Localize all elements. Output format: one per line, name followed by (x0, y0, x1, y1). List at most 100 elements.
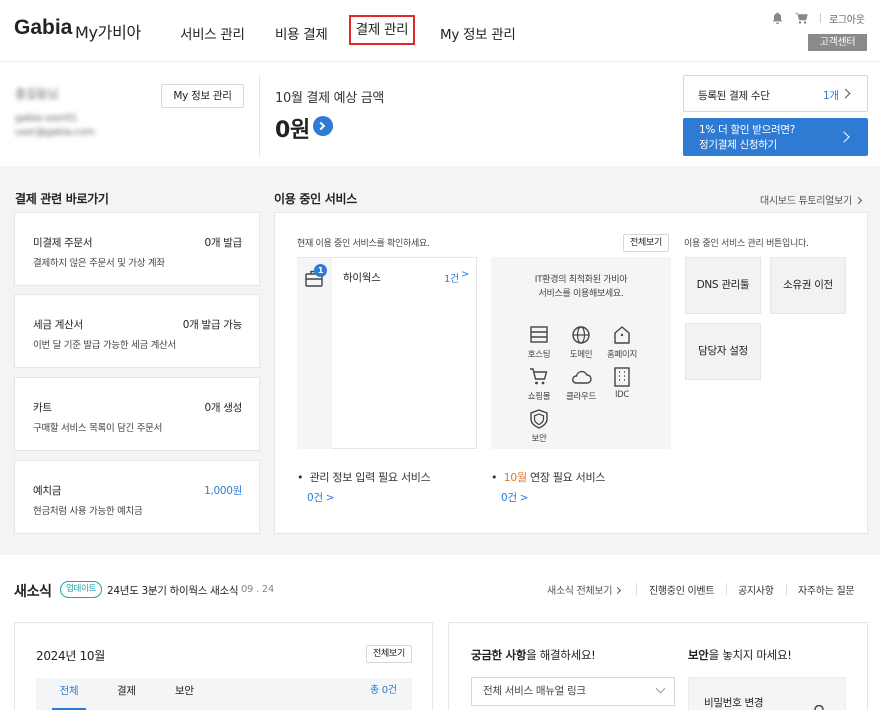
user-name: 홍길동님 (15, 87, 58, 101)
service-promo-item[interactable]: 도메인 (561, 324, 601, 364)
update-badge: 업데이트 (60, 581, 103, 598)
shortcut-description: 결제하지 않은 주문서 및 가상 계좌 (33, 258, 165, 269)
payment-methods-card[interactable]: 등록된 결제 수단 1개 (683, 75, 868, 112)
chevron-right-icon (840, 88, 851, 99)
promo-line2: 정기결제 신청하기 (699, 139, 777, 151)
management-description: 이용 중인 서비스 관리 버튼입니다. (684, 239, 809, 249)
service-promo-item[interactable]: 보안 (519, 408, 559, 448)
service-promo-item[interactable]: IDC (602, 366, 642, 406)
shield-icon (530, 409, 548, 429)
tab-payment[interactable]: 결제 (117, 678, 136, 704)
news-all-link[interactable]: 새소식 전체보기 (547, 582, 622, 597)
news-date: 09 . 24 (241, 584, 274, 595)
password-change-label: 비밀번호 변경 (704, 697, 764, 709)
logout-link[interactable]: 로그아웃 (829, 11, 865, 26)
cloud-icon (572, 370, 592, 384)
calendar-tabs: 전체 결제 보안 총 0건 (36, 678, 412, 710)
divider (786, 583, 787, 595)
nav-cost-payment[interactable]: 비용 결제 (275, 23, 328, 43)
news-headline[interactable]: 24년도 3분기 하이웍스 새소식 (107, 583, 239, 598)
view-all-button[interactable]: 전체보기 (623, 234, 669, 252)
dashboard-body: 결제 관련 바로가기 미결제 주문서 0개 발급결제하지 않은 주문서 및 가상 … (0, 166, 880, 555)
arrow-right-circle-icon[interactable] (313, 116, 333, 136)
shortcut-description: 구매할 서비스 목록이 담긴 주문서 (33, 423, 163, 434)
promo-text-line1: IT환경의 최적화된 가비아 (534, 275, 628, 285)
brand-title[interactable]: My가비아 (75, 19, 141, 43)
service-promo-label: 호스팅 (527, 350, 551, 360)
service-promo-label: 보안 (531, 434, 547, 444)
shortcut-card[interactable]: 예치금 1,000원 현금처럼 사용 가능한 예치금 (14, 460, 260, 534)
renewal-count-link[interactable]: 0건 > (501, 490, 529, 505)
shortcut-card[interactable]: 카트 0개 생성 구매할 서비스 목록이 담긴 주문서 (14, 377, 260, 451)
services-description: 현재 이용 중인 서비스를 확인하세요. (297, 239, 430, 249)
news-title: 새소식 (14, 584, 52, 600)
shortcut-title: 미결제 주문서 (33, 237, 93, 249)
shortcut-title: 세금 계산서 (33, 319, 83, 331)
customer-center-button[interactable]: 고객센터 (808, 34, 867, 51)
faq-link[interactable]: 자주하는 질문 (798, 582, 855, 597)
tab-all[interactable]: 전체 (52, 678, 86, 710)
nav-service-management[interactable]: 서비스 관리 (180, 23, 245, 43)
server-icon (614, 367, 630, 387)
service-promo-panel: IT환경의 최적화된 가비아 서비스를 이용해보세요. 호스팅 도메인 홈페이지 쇼핑… (491, 257, 671, 449)
service-promo-item[interactable]: 홈페이지 (602, 324, 642, 364)
profile-section: 홍길동님 gabia-user01 user@gabia.com My 정보 관… (0, 63, 880, 166)
shortcut-card[interactable]: 세금 계산서 0개 발급 가능 이번 달 기준 발급 가능한 세금 계산서 (14, 294, 260, 368)
payment-estimate-title: 10월 결제 예상 금액 (275, 91, 385, 106)
renewal-label: • 10월 연장 필요 서비스 (491, 471, 606, 484)
shortcut-title: 예치금 (33, 485, 62, 497)
divider (820, 13, 821, 23)
nav-my-info[interactable]: My 정보 관리 (440, 23, 516, 43)
service-name[interactable]: 하이웍스 (343, 270, 381, 285)
shortcut-card[interactable]: 미결제 주문서 0개 발급결제하지 않은 주문서 및 가상 계좌 (14, 212, 260, 286)
user-id: gabia-user01 (15, 113, 78, 124)
service-count-link[interactable]: 1건 (444, 270, 459, 285)
services-title: 이용 중인 서비스 (274, 192, 357, 206)
events-link[interactable]: 진행중인 이벤트 (649, 582, 714, 597)
needs-info-count-link[interactable]: 0건 > (307, 490, 335, 505)
calendar-view-all-button[interactable]: 전체보기 (366, 645, 412, 663)
lock-icon (814, 705, 824, 710)
needs-info-label: • 관리 정보 입력 필요 서비스 (297, 471, 431, 484)
divider (726, 583, 727, 595)
service-promo-label: 쇼핑몰 (527, 392, 551, 402)
service-promo-label: 클라우드 (565, 392, 597, 402)
service-promo-item[interactable]: 호스팅 (519, 324, 559, 364)
active-service-panel: 1 하이웍스 1건 > (297, 257, 477, 449)
password-change-card[interactable]: 비밀번호 변경 (688, 677, 846, 710)
divider (636, 583, 637, 595)
service-promo-item[interactable]: 클라우드 (561, 366, 601, 406)
help-title: 궁금한 사항을 해결하세요! (471, 648, 596, 662)
calendar-month: 2024년 10월 (36, 649, 106, 663)
ownership-transfer-button[interactable]: 소유권 이전 (770, 257, 846, 314)
tutorial-link[interactable]: 대시보드 튜토리얼보기 (760, 192, 862, 207)
contact-settings-button[interactable]: 담당자 설정 (685, 323, 761, 380)
shortcuts-title: 결제 관련 바로가기 (15, 192, 109, 206)
subscription-promo-button[interactable]: 1% 더 할인 받으려면? 정기결제 신청하기 (683, 118, 868, 156)
shortcut-value: 0개 발급 (204, 237, 243, 249)
service-promo-label: IDC (614, 390, 630, 400)
nav-payment-management[interactable]: 결제 관리 (349, 15, 415, 45)
chevron-down-icon (655, 683, 666, 694)
shortcut-value: 0개 생성 (204, 402, 243, 414)
bell-icon[interactable] (772, 12, 783, 24)
hosting-icon (530, 326, 548, 343)
calendar-total: 총 0건 (370, 685, 397, 696)
logo[interactable]: Gabia (14, 16, 72, 40)
tab-security[interactable]: 보안 (175, 678, 194, 704)
shortcut-description: 현금처럼 사용 가능한 예치금 (33, 506, 143, 517)
service-promo-label: 도메인 (569, 350, 593, 360)
cart-icon (530, 368, 548, 385)
notices-link[interactable]: 공지사항 (738, 582, 774, 597)
news-section: 새소식 업데이트 24년도 3분기 하이웍스 새소식 09 . 24 새소식 전… (0, 555, 880, 710)
my-info-button[interactable]: My 정보 관리 (161, 84, 244, 108)
dns-tool-button[interactable]: DNS 관리툴 (685, 257, 761, 314)
header: Gabia My가비아 서비스 관리 비용 결제 결제 관리 My 정보 관리 … (0, 0, 880, 62)
calendar-card: 2024년 10월 전체보기 전체 결제 보안 총 0건 (14, 622, 433, 710)
manual-select[interactable]: 전체 서비스 매뉴얼 링크 (471, 677, 675, 706)
service-promo-label: 홈페이지 (606, 350, 638, 360)
service-promo-item[interactable]: 쇼핑몰 (519, 366, 559, 406)
services-card: 현재 이용 중인 서비스를 확인하세요. 전체보기 1 하이웍스 1건 > IT… (274, 212, 868, 534)
shortcut-value: 0개 발급 가능 (182, 319, 243, 331)
cart-icon[interactable] (795, 12, 808, 24)
